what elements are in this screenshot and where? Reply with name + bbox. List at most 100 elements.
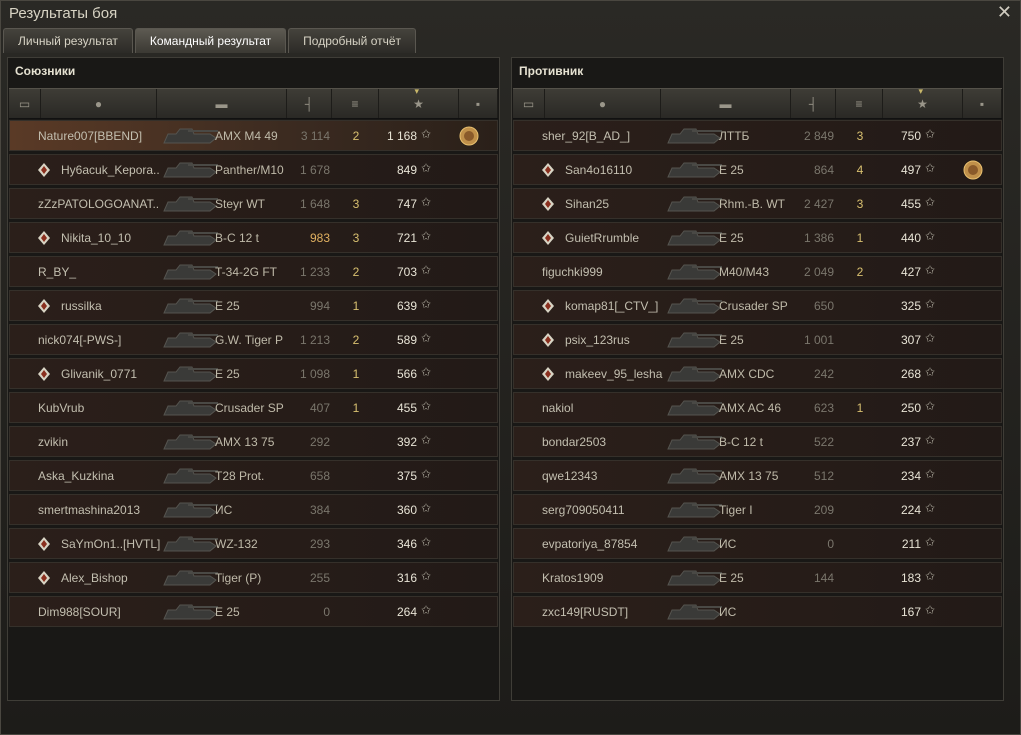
battle-results-window: Результаты боя ✕ Личный результат Команд… bbox=[0, 0, 1021, 735]
medal-icon[interactable] bbox=[962, 159, 984, 181]
medal-icon[interactable]: ▪ bbox=[963, 89, 1002, 118]
tank-name: G.W. Tiger P bbox=[215, 333, 284, 347]
player-row[interactable]: figuchki999 M40/M43 2 049 2 427 ✩ bbox=[513, 256, 1002, 287]
xp-value: 211 bbox=[901, 537, 921, 551]
player-row[interactable]: San4o16110 E 25 864 4 497 ✩ bbox=[513, 154, 1002, 185]
player-row[interactable]: Kratos1909 E 25 144 183 ✩ bbox=[513, 562, 1002, 593]
player-row[interactable]: makeev_95_lesha AMX CDC 242 268 ✩ bbox=[513, 358, 1002, 389]
tank-icon bbox=[664, 225, 724, 251]
damage-icon[interactable]: ┤ bbox=[287, 89, 332, 118]
player-name: zxc149[RUSDT] bbox=[542, 605, 629, 619]
player-row[interactable]: Nature007[BBEND] AMX M4 49 3 114 2 1 168 ✩ bbox=[9, 120, 498, 151]
player-row[interactable]: R_BY_ T-34-2G FT 1 233 2 703 ✩ bbox=[9, 256, 498, 287]
tab-detailed-report[interactable]: Подробный отчёт bbox=[288, 28, 417, 53]
player-name: evpatoriya_87854 bbox=[542, 537, 638, 551]
star-icon: ✩ bbox=[925, 433, 936, 447]
player-row[interactable]: smertmashina2013 ИС 384 360 ✩ bbox=[9, 494, 498, 525]
star-icon: ✩ bbox=[421, 365, 432, 379]
player-name: SaYmOn1..[HVTL] bbox=[61, 537, 161, 551]
xp-star-icon[interactable]: ★ ▾ bbox=[883, 86, 963, 118]
player-row[interactable]: Alex_Bishop Tiger (P) 255 316 ✩ bbox=[9, 562, 498, 593]
star-icon: ✩ bbox=[421, 331, 432, 345]
kills-value: 1 bbox=[352, 367, 360, 381]
player-row[interactable]: KubVrub Crusader SP 407 1 455 ✩ bbox=[9, 392, 498, 423]
tank-icon bbox=[664, 293, 724, 319]
player-row[interactable]: nick074[-PWS-] G.W. Tiger P 1 213 2 589 ✩ bbox=[9, 324, 498, 355]
xp-value: 721 bbox=[396, 231, 417, 245]
player-row[interactable]: komap81[_CTV_] Crusader SP 650 325 ✩ bbox=[513, 290, 1002, 321]
achievement-badge-icon bbox=[540, 366, 556, 382]
player-row[interactable]: psix_123rus E 25 1 001 307 ✩ bbox=[513, 324, 1002, 355]
tank-icon bbox=[160, 225, 220, 251]
player-row[interactable]: russilka E 25 994 1 639 ✩ bbox=[9, 290, 498, 321]
player-row[interactable]: nakiol AMX AC 46 623 1 250 ✩ bbox=[513, 392, 1002, 423]
tank-name: E 25 bbox=[719, 333, 744, 347]
xp-star-icon[interactable]: ★ ▾ bbox=[379, 86, 459, 118]
damage-value: 1 233 bbox=[299, 265, 330, 279]
sort-indicator-icon: ▾ bbox=[414, 86, 420, 96]
tank-icon bbox=[160, 191, 220, 217]
tank-icon[interactable]: ▬ bbox=[157, 89, 287, 118]
damage-value: 522 bbox=[813, 435, 834, 449]
player-row[interactable]: evpatoriya_87854 ИС 0 211 ✩ bbox=[513, 528, 1002, 559]
star-icon: ✩ bbox=[421, 263, 432, 277]
player-row[interactable]: zZzPATOLOGOANAT.. Steyr WT 1 648 3 747 ✩ bbox=[9, 188, 498, 219]
player-row[interactable]: qwe12343 AMX 13 75 512 234 ✩ bbox=[513, 460, 1002, 491]
close-icon[interactable]: ✕ bbox=[997, 2, 1012, 23]
tank-name: E 25 bbox=[215, 367, 240, 381]
player-row[interactable]: serg709050411 Tiger I 209 224 ✩ bbox=[513, 494, 1002, 525]
platoon-icon[interactable]: ▭ bbox=[9, 89, 41, 118]
tank-name: ИС bbox=[215, 503, 233, 517]
tank-name: Crusader SP bbox=[215, 401, 284, 415]
damage-icon[interactable]: ┤ bbox=[791, 89, 836, 118]
player-icon[interactable]: ● bbox=[545, 89, 661, 118]
player-row[interactable]: Hy6acuk_Kepora.. Panther/M10 1 678 849 ✩ bbox=[9, 154, 498, 185]
player-row[interactable]: Glivanik_0771 E 25 1 098 1 566 ✩ bbox=[9, 358, 498, 389]
tank-name: AMX CDC bbox=[719, 367, 775, 381]
damage-value: 2 849 bbox=[803, 129, 834, 143]
player-row[interactable]: bondar2503 B-C 12 t 522 237 ✩ bbox=[513, 426, 1002, 457]
xp-value: 392 bbox=[396, 435, 417, 449]
player-row[interactable]: Aska_Kuzkina T28 Prot. 658 375 ✩ bbox=[9, 460, 498, 491]
kills-value: 1 bbox=[856, 401, 864, 415]
xp-value: 497 bbox=[900, 163, 921, 177]
tank-name: T28 Prot. bbox=[215, 469, 265, 483]
xp-value: 360 bbox=[396, 503, 417, 517]
damage-value: 658 bbox=[309, 469, 330, 483]
xp-value: 1 168 bbox=[386, 129, 417, 143]
damage-value: 2 427 bbox=[803, 197, 834, 211]
xp-value: 307 bbox=[900, 333, 921, 347]
tank-name: Tiger (P) bbox=[215, 571, 262, 585]
tank-icon bbox=[160, 497, 220, 523]
tank-name: Tiger I bbox=[719, 503, 753, 517]
tank-icon bbox=[160, 463, 220, 489]
tank-icon bbox=[160, 565, 220, 591]
player-row[interactable]: SaYmOn1..[HVTL] WZ-132 293 346 ✩ bbox=[9, 528, 498, 559]
achievement-badge-icon bbox=[540, 196, 556, 212]
platoon-icon[interactable]: ▭ bbox=[513, 89, 545, 118]
tab-personal-result[interactable]: Личный результат bbox=[3, 28, 133, 53]
star-icon: ✩ bbox=[925, 127, 936, 141]
tab-team-result[interactable]: Командный результат bbox=[134, 28, 287, 53]
star-icon: ✩ bbox=[421, 195, 432, 209]
frags-icon[interactable]: ≡ bbox=[332, 89, 379, 118]
xp-value: 750 bbox=[900, 129, 921, 143]
medal-icon[interactable] bbox=[458, 125, 480, 147]
frags-icon[interactable]: ≡ bbox=[836, 89, 883, 118]
player-row[interactable]: Sihan25 Rhm.-B. WT 2 427 3 455 ✩ bbox=[513, 188, 1002, 219]
player-row[interactable]: zvikin AMX 13 75 292 392 ✩ bbox=[9, 426, 498, 457]
player-row[interactable]: GuietRrumble E 25 1 386 1 440 ✩ bbox=[513, 222, 1002, 253]
damage-value: 1 386 bbox=[803, 231, 834, 245]
xp-value: 346 bbox=[396, 537, 417, 551]
player-row[interactable]: zxc149[RUSDT] ИС 167 ✩ bbox=[513, 596, 1002, 627]
player-row[interactable]: Dim988[SOUR] E 25 0 264 ✩ bbox=[9, 596, 498, 627]
damage-value: 0 bbox=[323, 605, 330, 619]
medal-icon[interactable]: ▪ bbox=[459, 89, 498, 118]
player-row[interactable]: Nikita_10_10 B-C 12 t 983 3 721 ✩ bbox=[9, 222, 498, 253]
player-icon[interactable]: ● bbox=[41, 89, 157, 118]
xp-value: 167 bbox=[900, 605, 921, 619]
tank-icon bbox=[160, 531, 220, 557]
tank-icon[interactable]: ▬ bbox=[661, 89, 791, 118]
player-row[interactable]: sher_92[B_AD_] ЛТТБ 2 849 3 750 ✩ bbox=[513, 120, 1002, 151]
damage-value: 255 bbox=[309, 571, 330, 585]
